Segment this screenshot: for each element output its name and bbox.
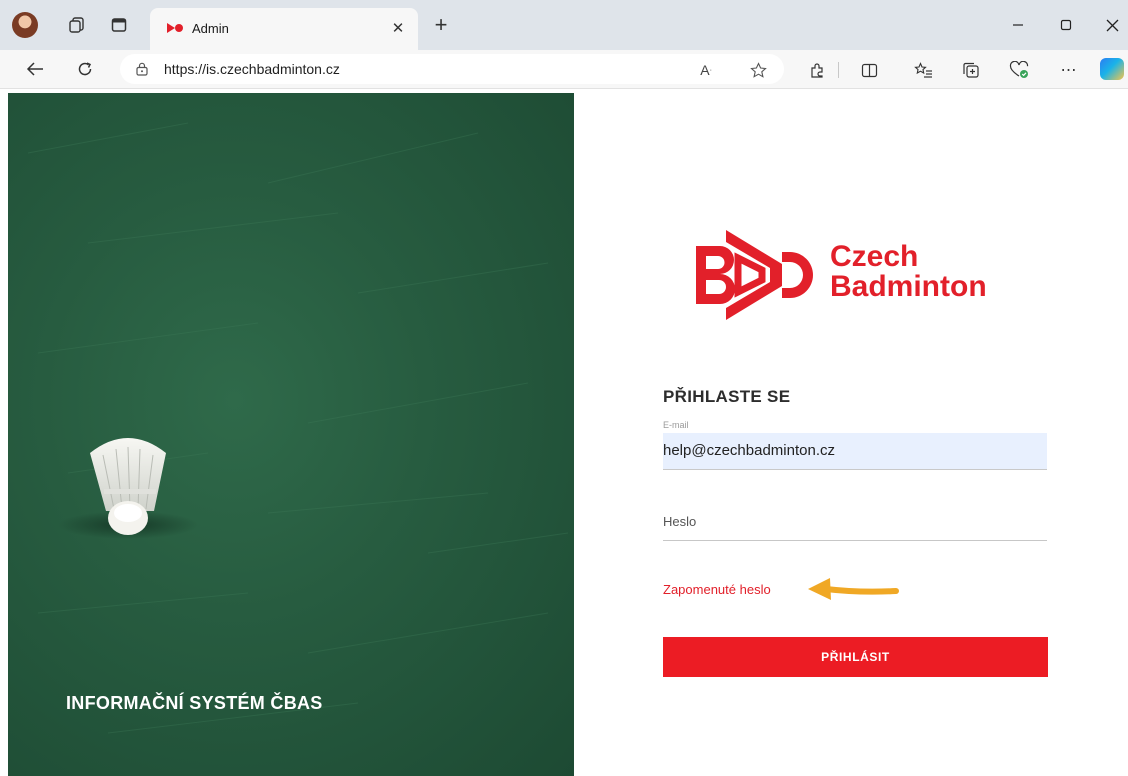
- read-aloud-icon[interactable]: Aᐧ: [696, 60, 716, 80]
- workspaces-icon[interactable]: [66, 14, 88, 36]
- lock-icon[interactable]: [136, 62, 148, 76]
- profile-avatar[interactable]: [12, 12, 38, 38]
- password-placeholder: Heslo: [663, 514, 697, 529]
- maximize-icon[interactable]: [1052, 12, 1080, 38]
- login-submit-button[interactable]: PŘIHLÁSIT: [663, 637, 1048, 677]
- back-arrow-icon[interactable]: [24, 58, 46, 80]
- court-texture: [27, 122, 569, 734]
- hero-title: INFORMAČNÍ SYSTÉM ČBAS: [66, 693, 323, 713]
- czech-badminton-favicon: [167, 23, 183, 33]
- address-bar[interactable]: https://is.czechbadminton.cz Aᐧ: [120, 54, 784, 84]
- login-page: INFORMAČNÍ SYSTÉM ČBAS Czech Badminton P…: [0, 89, 1128, 776]
- password-field[interactable]: Heslo: [663, 505, 1047, 541]
- tab-close-icon[interactable]: ✕: [388, 18, 408, 38]
- collections-icon[interactable]: [960, 59, 982, 81]
- highlight-arrow-icon: [808, 578, 899, 600]
- browser-essentials-icon[interactable]: [1008, 59, 1030, 81]
- tab-title: Admin: [192, 21, 229, 36]
- logo-line-czech: Czech: [830, 240, 919, 273]
- toolbar-divider: [838, 62, 839, 78]
- hero-image-badminton-court: INFORMAČNÍ SYSTÉM ČBAS: [8, 93, 574, 776]
- favorites-list-icon[interactable]: [912, 59, 934, 81]
- favorite-star-icon[interactable]: [748, 60, 768, 80]
- refresh-icon[interactable]: [74, 58, 96, 80]
- forgot-password-link[interactable]: Zapomenuté heslo: [663, 582, 771, 597]
- bad-logo-mark: [696, 230, 813, 320]
- url-text: https://is.czechbadminton.cz: [164, 61, 340, 77]
- new-tab-icon[interactable]: +: [430, 14, 452, 36]
- split-screen-icon[interactable]: [858, 59, 880, 81]
- copilot-icon[interactable]: [1100, 58, 1124, 80]
- close-window-icon[interactable]: [1098, 12, 1126, 38]
- minimize-icon[interactable]: [1004, 12, 1032, 38]
- email-field[interactable]: help@czechbadminton.cz: [663, 433, 1047, 470]
- email-label: E-mail: [663, 420, 689, 430]
- logo-line-badminton: Badminton: [830, 270, 987, 303]
- email-value: help@czechbadminton.cz: [663, 442, 835, 459]
- more-options-icon[interactable]: ⋯: [1058, 59, 1080, 81]
- logo-wordmark: Czech Badminton: [830, 242, 987, 302]
- browser-tab-admin[interactable]: Admin ✕: [150, 8, 418, 50]
- login-heading: PŘIHLASTE SE: [663, 387, 791, 406]
- browser-titlebar: Admin ✕ +: [0, 0, 1128, 50]
- extensions-icon[interactable]: [806, 59, 828, 81]
- browser-toolbar: https://is.czechbadminton.cz Aᐧ ⋯: [0, 50, 1128, 89]
- tab-actions-icon[interactable]: [108, 14, 130, 36]
- czech-badminton-logo: Czech Badminton: [690, 224, 1030, 334]
